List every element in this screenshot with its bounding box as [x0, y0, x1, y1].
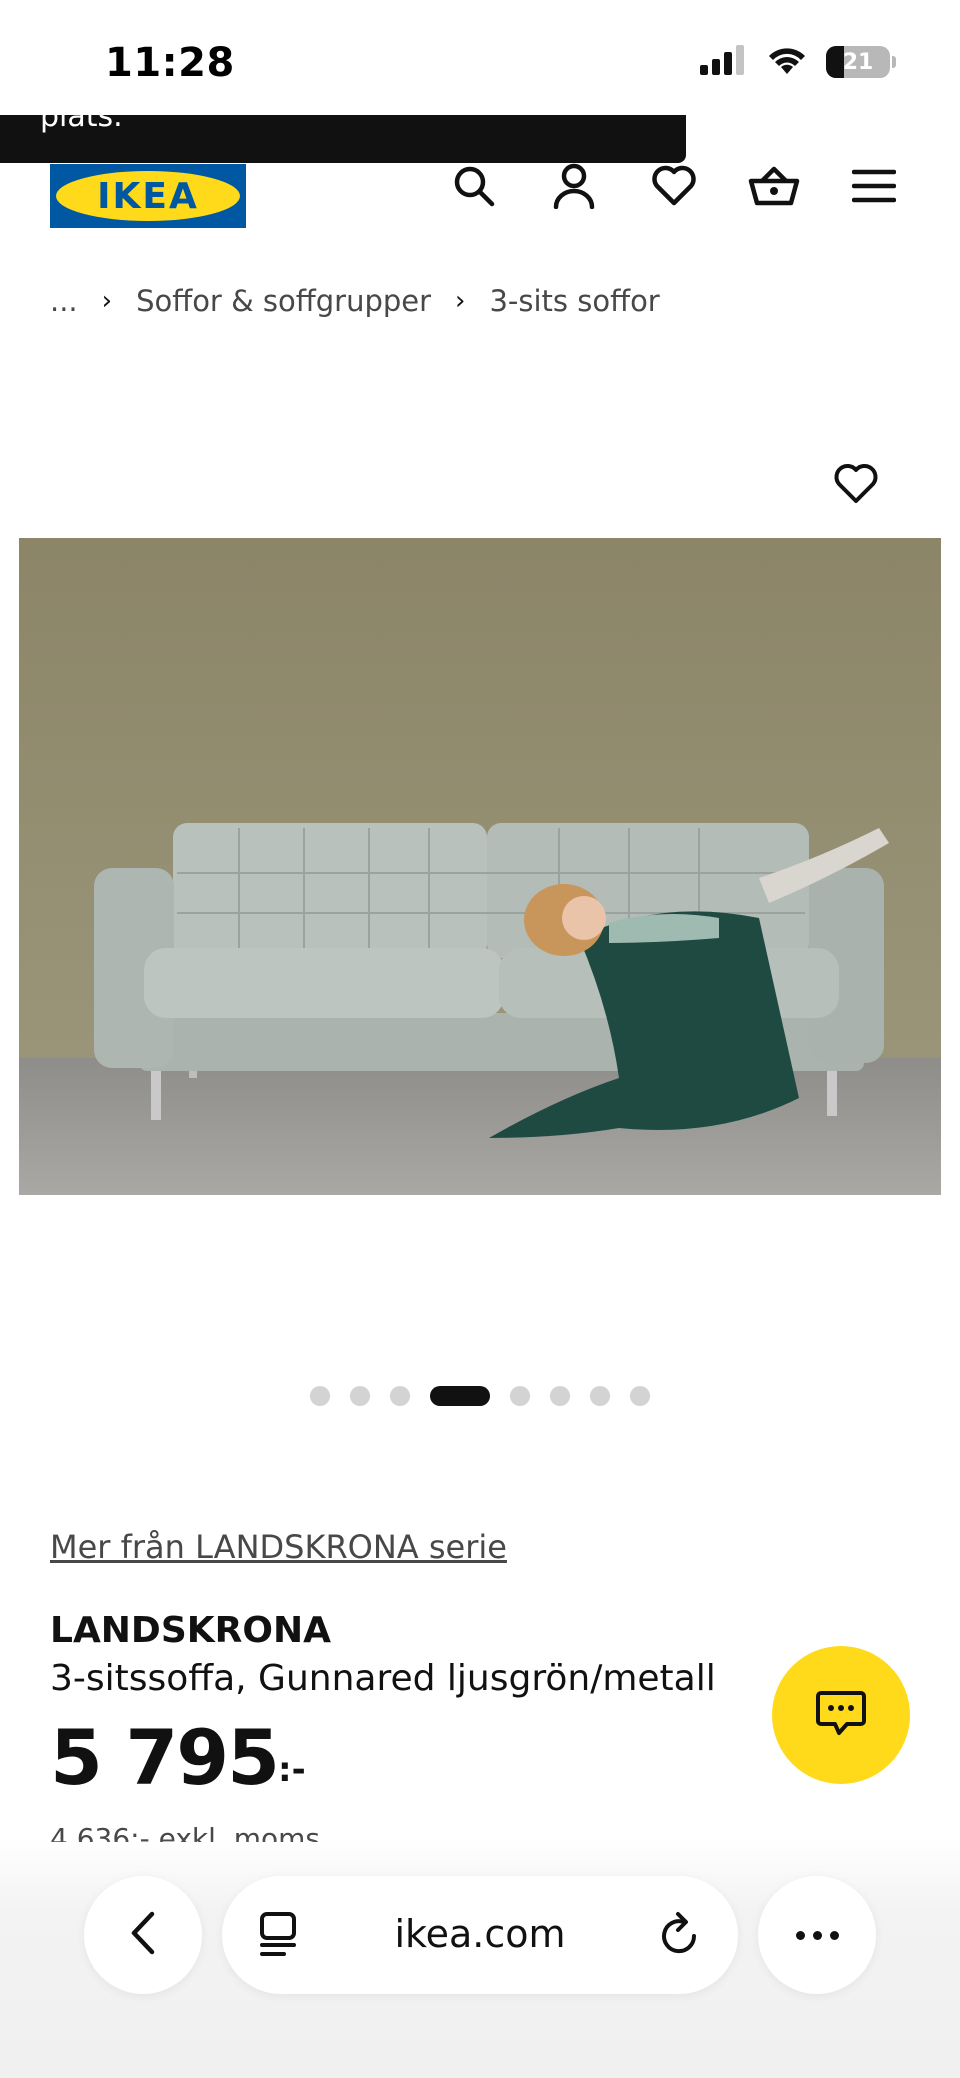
breadcrumb-item-sofas[interactable]: Soffor & soffgrupper — [136, 284, 431, 318]
series-link[interactable]: Mer från LANDSKRONA serie — [50, 1528, 507, 1566]
battery-level: 21 — [842, 49, 874, 75]
status-icons: 21 — [700, 44, 896, 80]
more-icon[interactable] — [758, 1876, 876, 1994]
price-suffix: :- — [277, 1750, 306, 1790]
carousel-dot[interactable] — [550, 1386, 570, 1406]
search-icon[interactable] — [446, 158, 502, 214]
product-description: 3-sitssoffa, Gunnared ljusgrön/metall — [50, 1658, 716, 1699]
breadcrumb: ... › Soffor & soffgrupper › 3-sits soff… — [50, 284, 660, 318]
favorites-icon[interactable] — [646, 158, 702, 214]
back-icon — [128, 1910, 158, 1960]
menu-icon[interactable] — [846, 158, 902, 214]
product-name: LANDSKRONA — [50, 1610, 331, 1651]
breadcrumb-item-3-seat-sofas[interactable]: 3-sits soffor — [489, 284, 659, 318]
carousel-dot-active[interactable] — [430, 1386, 490, 1406]
ikea-logo[interactable]: IKEA — [50, 164, 246, 228]
status-time: 11:28 — [105, 40, 235, 86]
header-actions — [446, 158, 902, 214]
product-image[interactable] — [19, 538, 941, 1195]
cellular-signal-icon — [700, 45, 748, 79]
carousel-dot[interactable] — [350, 1386, 370, 1406]
chat-button[interactable] — [772, 1646, 910, 1784]
product-price: 5 795 :- — [50, 1720, 306, 1796]
carousel-dot[interactable] — [590, 1386, 610, 1406]
logo-text: IKEA — [97, 175, 199, 217]
image-carousel-dots — [0, 1386, 960, 1406]
cart-icon[interactable] — [746, 158, 802, 214]
status-bar: 11:28 21 — [0, 0, 960, 120]
carousel-dot[interactable] — [630, 1386, 650, 1406]
toast-notification: plats. — [0, 115, 686, 163]
carousel-dot[interactable] — [510, 1386, 530, 1406]
toast-text: plats. — [40, 115, 123, 134]
address-bar[interactable]: ikea.com — [222, 1876, 738, 1994]
carousel-dot[interactable] — [390, 1386, 410, 1406]
wifi-icon — [766, 44, 808, 80]
chat-icon — [815, 1689, 867, 1741]
back-button[interactable] — [84, 1876, 202, 1994]
account-icon[interactable] — [546, 158, 602, 214]
chevron-right-icon: › — [101, 286, 113, 316]
carousel-dot[interactable] — [310, 1386, 330, 1406]
browser-toolbar: ikea.com — [0, 1838, 960, 2078]
reload-icon[interactable] — [658, 1910, 702, 1962]
chevron-right-icon: › — [455, 286, 466, 316]
breadcrumb-ellipsis[interactable]: ... — [50, 284, 78, 318]
battery-icon: 21 — [826, 46, 890, 78]
price-amount: 5 795 — [50, 1713, 280, 1802]
heart-icon[interactable] — [828, 456, 884, 512]
